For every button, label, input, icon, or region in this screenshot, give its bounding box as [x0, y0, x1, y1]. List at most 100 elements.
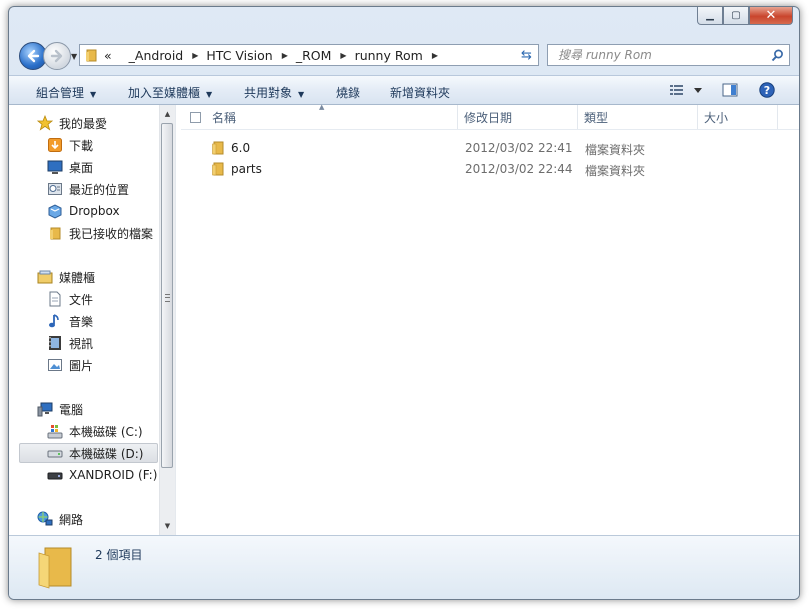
minimize-icon: ▁: [706, 10, 714, 21]
nav-computer[interactable]: 電腦: [9, 399, 175, 419]
nav-favorites[interactable]: 我的最愛: [9, 113, 175, 133]
search-box[interactable]: [547, 44, 790, 66]
maximize-icon: ▢: [731, 10, 741, 21]
removable-drive-icon: [47, 467, 63, 483]
file-modified: 2012/03/02 22:41: [465, 141, 573, 155]
share-with-button[interactable]: 共用對象 ▼: [244, 84, 304, 101]
details-pane: 2 個項目: [9, 535, 799, 599]
forward-button[interactable]: [43, 42, 71, 70]
documents-icon: [47, 291, 63, 307]
nav-recent-places[interactable]: 最近的位置: [9, 179, 175, 199]
minimize-button[interactable]: ▁: [697, 7, 723, 25]
column-name[interactable]: 名稱 ▲: [181, 103, 458, 129]
computer-icon: [37, 401, 53, 417]
column-size[interactable]: 大小: [698, 105, 778, 129]
nav-scrollbar[interactable]: ▲ ▼: [159, 105, 175, 535]
help-button[interactable]: ?: [759, 82, 775, 101]
file-modified: 2012/03/02 22:44: [465, 162, 573, 176]
file-row-parts[interactable]: parts 2012/03/02 22:44 檔案資料夾: [181, 158, 799, 180]
file-list: 名稱 ▲ 修改日期 類型 大小 6.0 2012/03/02 22:41 檔案資…: [181, 103, 799, 535]
burn-button[interactable]: 燒錄: [336, 84, 360, 101]
desktop-icon: [47, 159, 63, 175]
recent-pages-dropdown[interactable]: ▼: [71, 52, 77, 61]
breadcrumb-htc-vision[interactable]: HTC Vision ▶: [206, 48, 295, 63]
pictures-icon: [47, 357, 63, 373]
nav-drive-c[interactable]: 本機磁碟 (C:): [9, 421, 175, 441]
folder-icon: [86, 49, 97, 62]
search-icon[interactable]: [771, 49, 784, 62]
folder-icon: [212, 141, 224, 155]
star-icon: [37, 115, 53, 131]
grip-icon: [165, 294, 170, 302]
chevron-down-icon: ▼: [90, 90, 97, 99]
nav-videos[interactable]: 視訊: [9, 333, 175, 353]
file-row-6-0[interactable]: 6.0 2012/03/02 22:41 檔案資料夾: [181, 137, 799, 159]
dropbox-icon: [47, 203, 63, 219]
select-all-checkbox[interactable]: [190, 111, 201, 123]
caption-buttons: ▁ ▢ ✕: [697, 7, 793, 27]
back-arrow-icon: [27, 49, 40, 63]
libraries-icon: [37, 269, 53, 285]
sort-ascending-icon: ▲: [319, 103, 325, 111]
nav-libraries[interactable]: 媒體櫃: [9, 267, 175, 287]
breadcrumb-android[interactable]: _Android ▶: [129, 48, 207, 63]
preview-pane-button[interactable]: [722, 82, 738, 101]
nav-network[interactable]: 網路: [9, 509, 175, 529]
refresh-icon: ⇆: [521, 47, 532, 63]
windows-drive-icon: [47, 423, 63, 439]
scroll-down-icon[interactable]: ▼: [160, 519, 175, 533]
nav-drive-f[interactable]: XANDROID (F:): [9, 465, 175, 485]
column-type[interactable]: 類型: [578, 105, 698, 129]
videos-icon: [47, 335, 63, 351]
item-count: 2 個項目: [95, 548, 143, 562]
address-bar[interactable]: « _Android ▶ HTC Vision ▶ _ROM ▶ runny Rom ▶…: [79, 44, 536, 66]
close-icon: ✕: [765, 8, 777, 23]
file-name: 6.0: [231, 141, 251, 155]
file-name: parts: [231, 162, 262, 176]
include-in-library-button[interactable]: 加入至媒體櫃 ▼: [128, 84, 212, 101]
command-bar: 組合管理 ▼ 加入至媒體櫃 ▼ 共用對象 ▼ 燒錄 新增資料夾 ?: [9, 75, 799, 105]
recent-places-icon: [47, 181, 63, 197]
refresh-button[interactable]: ⇆: [515, 44, 539, 66]
close-button[interactable]: ✕: [749, 7, 793, 25]
address-row: ▼ « _Android ▶ HTC Vision ▶ _ROM ▶ runny Ro…: [19, 41, 790, 71]
nav-received-files[interactable]: 我已接收的檔案: [9, 223, 175, 243]
folder-icon: [212, 162, 224, 176]
file-type: 檔案資料夾: [585, 143, 646, 157]
scrollbar-thumb[interactable]: [161, 123, 173, 468]
network-icon: [37, 511, 53, 527]
nav-music[interactable]: 音樂: [9, 311, 175, 331]
preview-pane-icon: [722, 83, 738, 97]
view-list-icon: [670, 85, 702, 95]
breadcrumb-rom[interactable]: _ROM ▶: [296, 48, 355, 63]
chevron-down-icon: ▼: [298, 90, 305, 99]
svg-text:?: ?: [764, 84, 770, 97]
maximize-button[interactable]: ▢: [723, 7, 749, 25]
chevron-down-icon: ▼: [206, 90, 213, 99]
forward-arrow-icon: [50, 49, 63, 63]
nav-desktop[interactable]: 桌面: [9, 157, 175, 177]
navigation-pane: 我的最愛 下載 桌面 最近的位置 Dropbox 我已接收的檔案 媒體櫃 文件 …: [9, 105, 175, 535]
folder-icon: [47, 225, 63, 241]
content-area: 我的最愛 下載 桌面 最近的位置 Dropbox 我已接收的檔案 媒體櫃 文件 …: [9, 103, 799, 535]
downloads-icon: [47, 137, 63, 153]
new-folder-button[interactable]: 新增資料夾: [390, 84, 450, 101]
organize-button[interactable]: 組合管理 ▼: [36, 84, 96, 101]
help-icon: ?: [759, 82, 775, 98]
explorer-window: ▁ ▢ ✕ ▼ « _Android ▶ HTC Vision ▶ _ROM ▶ ru…: [8, 6, 800, 600]
breadcrumb-runny-rom[interactable]: runny Rom ▶: [355, 48, 446, 63]
nav-downloads[interactable]: 下載: [9, 135, 175, 155]
nav-documents[interactable]: 文件: [9, 289, 175, 309]
column-header: 名稱 ▲ 修改日期 類型 大小: [181, 103, 799, 130]
nav-pictures[interactable]: 圖片: [9, 355, 175, 375]
nav-drive-d[interactable]: 本機磁碟 (D:): [19, 443, 158, 463]
large-folder-icon: [38, 547, 72, 589]
scroll-up-icon[interactable]: ▲: [160, 107, 175, 121]
nav-dropbox[interactable]: Dropbox: [9, 201, 175, 221]
search-input[interactable]: [556, 47, 760, 63]
breadcrumb-overflow[interactable]: «: [104, 48, 129, 63]
column-date-modified[interactable]: 修改日期: [458, 105, 578, 129]
hard-drive-icon: [47, 445, 63, 461]
view-options-button[interactable]: [669, 82, 705, 101]
file-type: 檔案資料夾: [585, 164, 646, 178]
